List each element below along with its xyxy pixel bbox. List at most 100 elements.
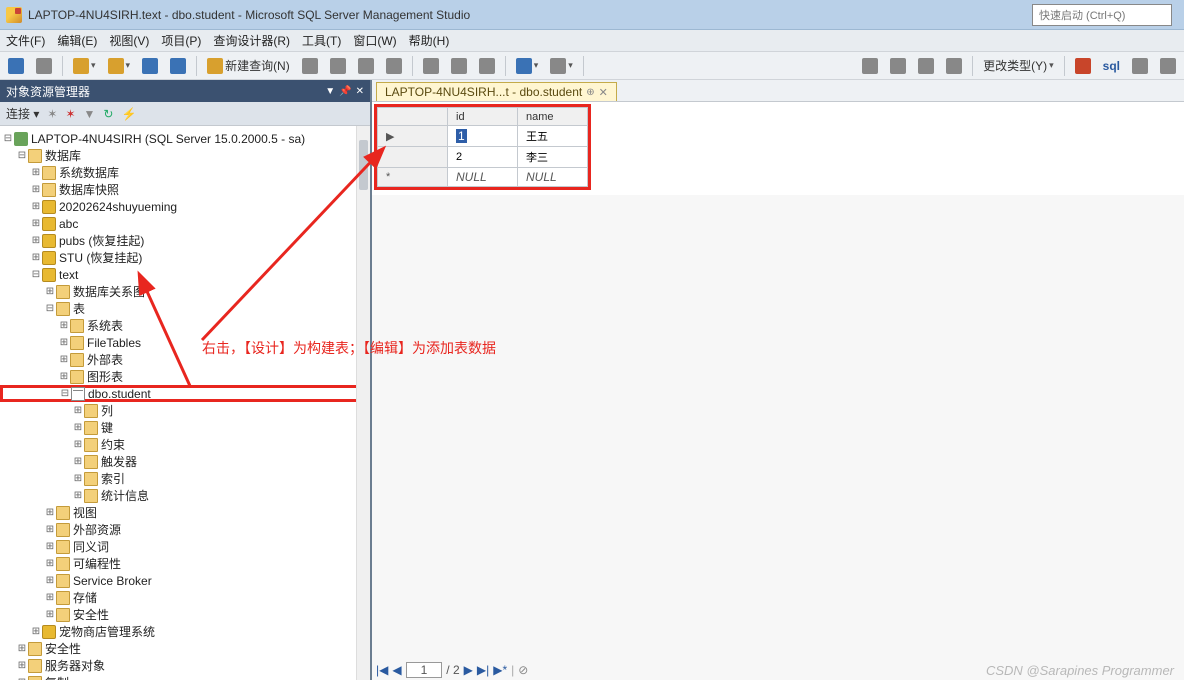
add-table-button[interactable] xyxy=(1156,56,1180,76)
close-panel-icon[interactable]: ✕ xyxy=(356,86,364,97)
grid-new-row[interactable]: * NULL NULL xyxy=(378,168,588,187)
tree-keys-node[interactable]: ⊞键 xyxy=(2,419,368,436)
tree-service-broker-node[interactable]: ⊞Service Broker xyxy=(2,572,368,589)
tree-security-node[interactable]: ⊞安全性 xyxy=(2,640,368,657)
cell-id[interactable]: 1 xyxy=(448,126,518,147)
document-tab-student[interactable]: LAPTOP-4NU4SIRH...t - dbo.student ⊕ ✕ xyxy=(376,82,617,101)
tree-indexes-node[interactable]: ⊞索引 xyxy=(2,470,368,487)
new-project-button[interactable]: ▾ xyxy=(69,56,100,76)
dropdown-icon[interactable]: ▼ xyxy=(325,86,335,97)
cell-null[interactable]: NULL xyxy=(448,168,518,187)
nav-current-input[interactable]: 1 xyxy=(406,662,443,678)
tree-table-student-node[interactable]: ⊟dbo.student xyxy=(0,385,368,402)
tree-triggers-node[interactable]: ⊞触发器 xyxy=(2,453,368,470)
results-pane-button[interactable] xyxy=(942,56,966,76)
tree-sys-db-node[interactable]: ⊞系统数据库 xyxy=(2,164,368,181)
tree-db-node[interactable]: ⊞宠物商店管理系统 xyxy=(2,623,368,640)
menu-file[interactable]: 文件(F) xyxy=(6,32,45,49)
tree-constraints-node[interactable]: ⊞约束 xyxy=(2,436,368,453)
tree-server-objects-node[interactable]: ⊞服务器对象 xyxy=(2,657,368,674)
tree-synonyms-node[interactable]: ⊞同义词 xyxy=(2,538,368,555)
diagram-pane-button[interactable] xyxy=(858,56,882,76)
undo-button[interactable]: ▾ xyxy=(512,56,543,76)
dax-icon xyxy=(386,58,402,74)
tree-databases-node[interactable]: ⊟数据库 xyxy=(2,147,368,164)
tree-storage-node[interactable]: ⊞存储 xyxy=(2,589,368,606)
tree-sys-tables-node[interactable]: ⊞系统表 xyxy=(2,317,368,334)
activity-button[interactable]: ⚡ xyxy=(121,107,136,121)
cell-id[interactable]: 2 xyxy=(448,147,518,168)
nav-new-button[interactable]: ▶* xyxy=(493,663,507,677)
menu-tools[interactable]: 工具(T) xyxy=(302,32,341,49)
nav-first-button[interactable]: |◀ xyxy=(376,663,388,677)
tree-statistics-node[interactable]: ⊞统计信息 xyxy=(2,487,368,504)
execute-sql-button[interactable] xyxy=(1071,56,1095,76)
grid-row[interactable]: ▶ 1 王五 xyxy=(378,126,588,147)
nav-last-button[interactable]: ▶| xyxy=(477,663,489,677)
tab-pin-icon[interactable]: ⊕ xyxy=(586,87,594,98)
nav-prev-button[interactable]: ◀ xyxy=(392,663,401,677)
menu-window[interactable]: 窗口(W) xyxy=(353,32,396,49)
menu-edit[interactable]: 编辑(E) xyxy=(57,32,97,49)
tree-db-text-node[interactable]: ⊟text xyxy=(2,266,368,283)
tree-programmability-node[interactable]: ⊞可编程性 xyxy=(2,555,368,572)
column-header-id[interactable]: id xyxy=(448,108,518,126)
save-button[interactable] xyxy=(138,56,162,76)
change-type-button[interactable]: 更改类型(Y)▾ xyxy=(979,55,1058,76)
redo-button[interactable]: ▾ xyxy=(546,56,577,76)
disconnect-button[interactable]: ✶ xyxy=(47,107,57,121)
connect-button[interactable]: 连接 ▾ xyxy=(6,105,39,122)
tree-db-node[interactable]: ⊞STU (恢复挂起) xyxy=(2,249,368,266)
tree-db-diagram-node[interactable]: ⊞数据库关系图 xyxy=(2,283,368,300)
menu-view[interactable]: 视图(V) xyxy=(109,32,149,49)
menu-query-designer[interactable]: 查询设计器(R) xyxy=(213,32,290,49)
grid-row[interactable]: 2 李三 xyxy=(378,147,588,168)
tree-db-node[interactable]: ⊞pubs (恢复挂起) xyxy=(2,232,368,249)
xmla-button[interactable] xyxy=(298,56,322,76)
nav-next-button[interactable]: ▶ xyxy=(464,663,473,677)
mdx-button[interactable] xyxy=(326,56,350,76)
tab-close-icon[interactable]: ✕ xyxy=(599,86,608,99)
verify-sql-button[interactable]: sql xyxy=(1099,57,1124,75)
tree-ext-res-node[interactable]: ⊞外部资源 xyxy=(2,521,368,538)
tree-views-node[interactable]: ⊞视图 xyxy=(2,504,368,521)
column-header-name[interactable]: name xyxy=(518,108,588,126)
pin-icon[interactable]: 📌 xyxy=(339,86,351,97)
tree-replication-node[interactable]: ⊞复制 xyxy=(2,674,368,680)
new-query-button[interactable]: 新建查询(N) xyxy=(203,55,294,76)
nav-stop-button[interactable]: ⊘ xyxy=(518,663,528,677)
paste-button[interactable] xyxy=(475,56,499,76)
data-grid[interactable]: id name ▶ 1 王五 2 李三 * NUL xyxy=(377,107,588,187)
object-explorer-tree[interactable]: ⊟LAPTOP-4NU4SIRH (SQL Server 15.0.2000.5… xyxy=(0,126,370,680)
stop-button[interactable]: ✶ xyxy=(65,107,75,121)
cell-name[interactable]: 王五 xyxy=(518,126,588,147)
filter-button[interactable]: ▼ xyxy=(84,107,96,121)
criteria-pane-icon xyxy=(890,58,906,74)
open-button[interactable]: ▾ xyxy=(104,56,135,76)
tree-tables-node[interactable]: ⊟表 xyxy=(2,300,368,317)
cell-null[interactable]: NULL xyxy=(518,168,588,187)
tree-security-db-node[interactable]: ⊞安全性 xyxy=(2,606,368,623)
nav-forward-button[interactable] xyxy=(32,56,56,76)
tree-columns-node[interactable]: ⊞列 xyxy=(2,402,368,419)
dax-button[interactable] xyxy=(382,56,406,76)
add-group-button[interactable] xyxy=(1128,56,1152,76)
nav-back-button[interactable] xyxy=(4,56,28,76)
criteria-pane-button[interactable] xyxy=(886,56,910,76)
menu-help[interactable]: 帮助(H) xyxy=(409,32,450,49)
menu-project[interactable]: 项目(P) xyxy=(161,32,201,49)
refresh-button[interactable]: ↻ xyxy=(103,107,113,121)
dmx-button[interactable] xyxy=(354,56,378,76)
tree-graph-tables-node[interactable]: ⊞图形表 xyxy=(2,368,368,385)
tree-server-node[interactable]: ⊟LAPTOP-4NU4SIRH (SQL Server 15.0.2000.5… xyxy=(2,130,368,147)
copy-button[interactable] xyxy=(447,56,471,76)
tree-db-node[interactable]: ⊞abc xyxy=(2,215,368,232)
tree-scrollbar[interactable] xyxy=(356,126,370,680)
cut-button[interactable] xyxy=(419,56,443,76)
sql-pane-button[interactable] xyxy=(914,56,938,76)
save-all-button[interactable] xyxy=(166,56,190,76)
cell-name[interactable]: 李三 xyxy=(518,147,588,168)
quick-launch-input[interactable]: 快速启动 (Ctrl+Q) xyxy=(1032,4,1172,26)
tree-db-snapshot-node[interactable]: ⊞数据库快照 xyxy=(2,181,368,198)
tree-db-node[interactable]: ⊞20202624shuyueming xyxy=(2,198,368,215)
